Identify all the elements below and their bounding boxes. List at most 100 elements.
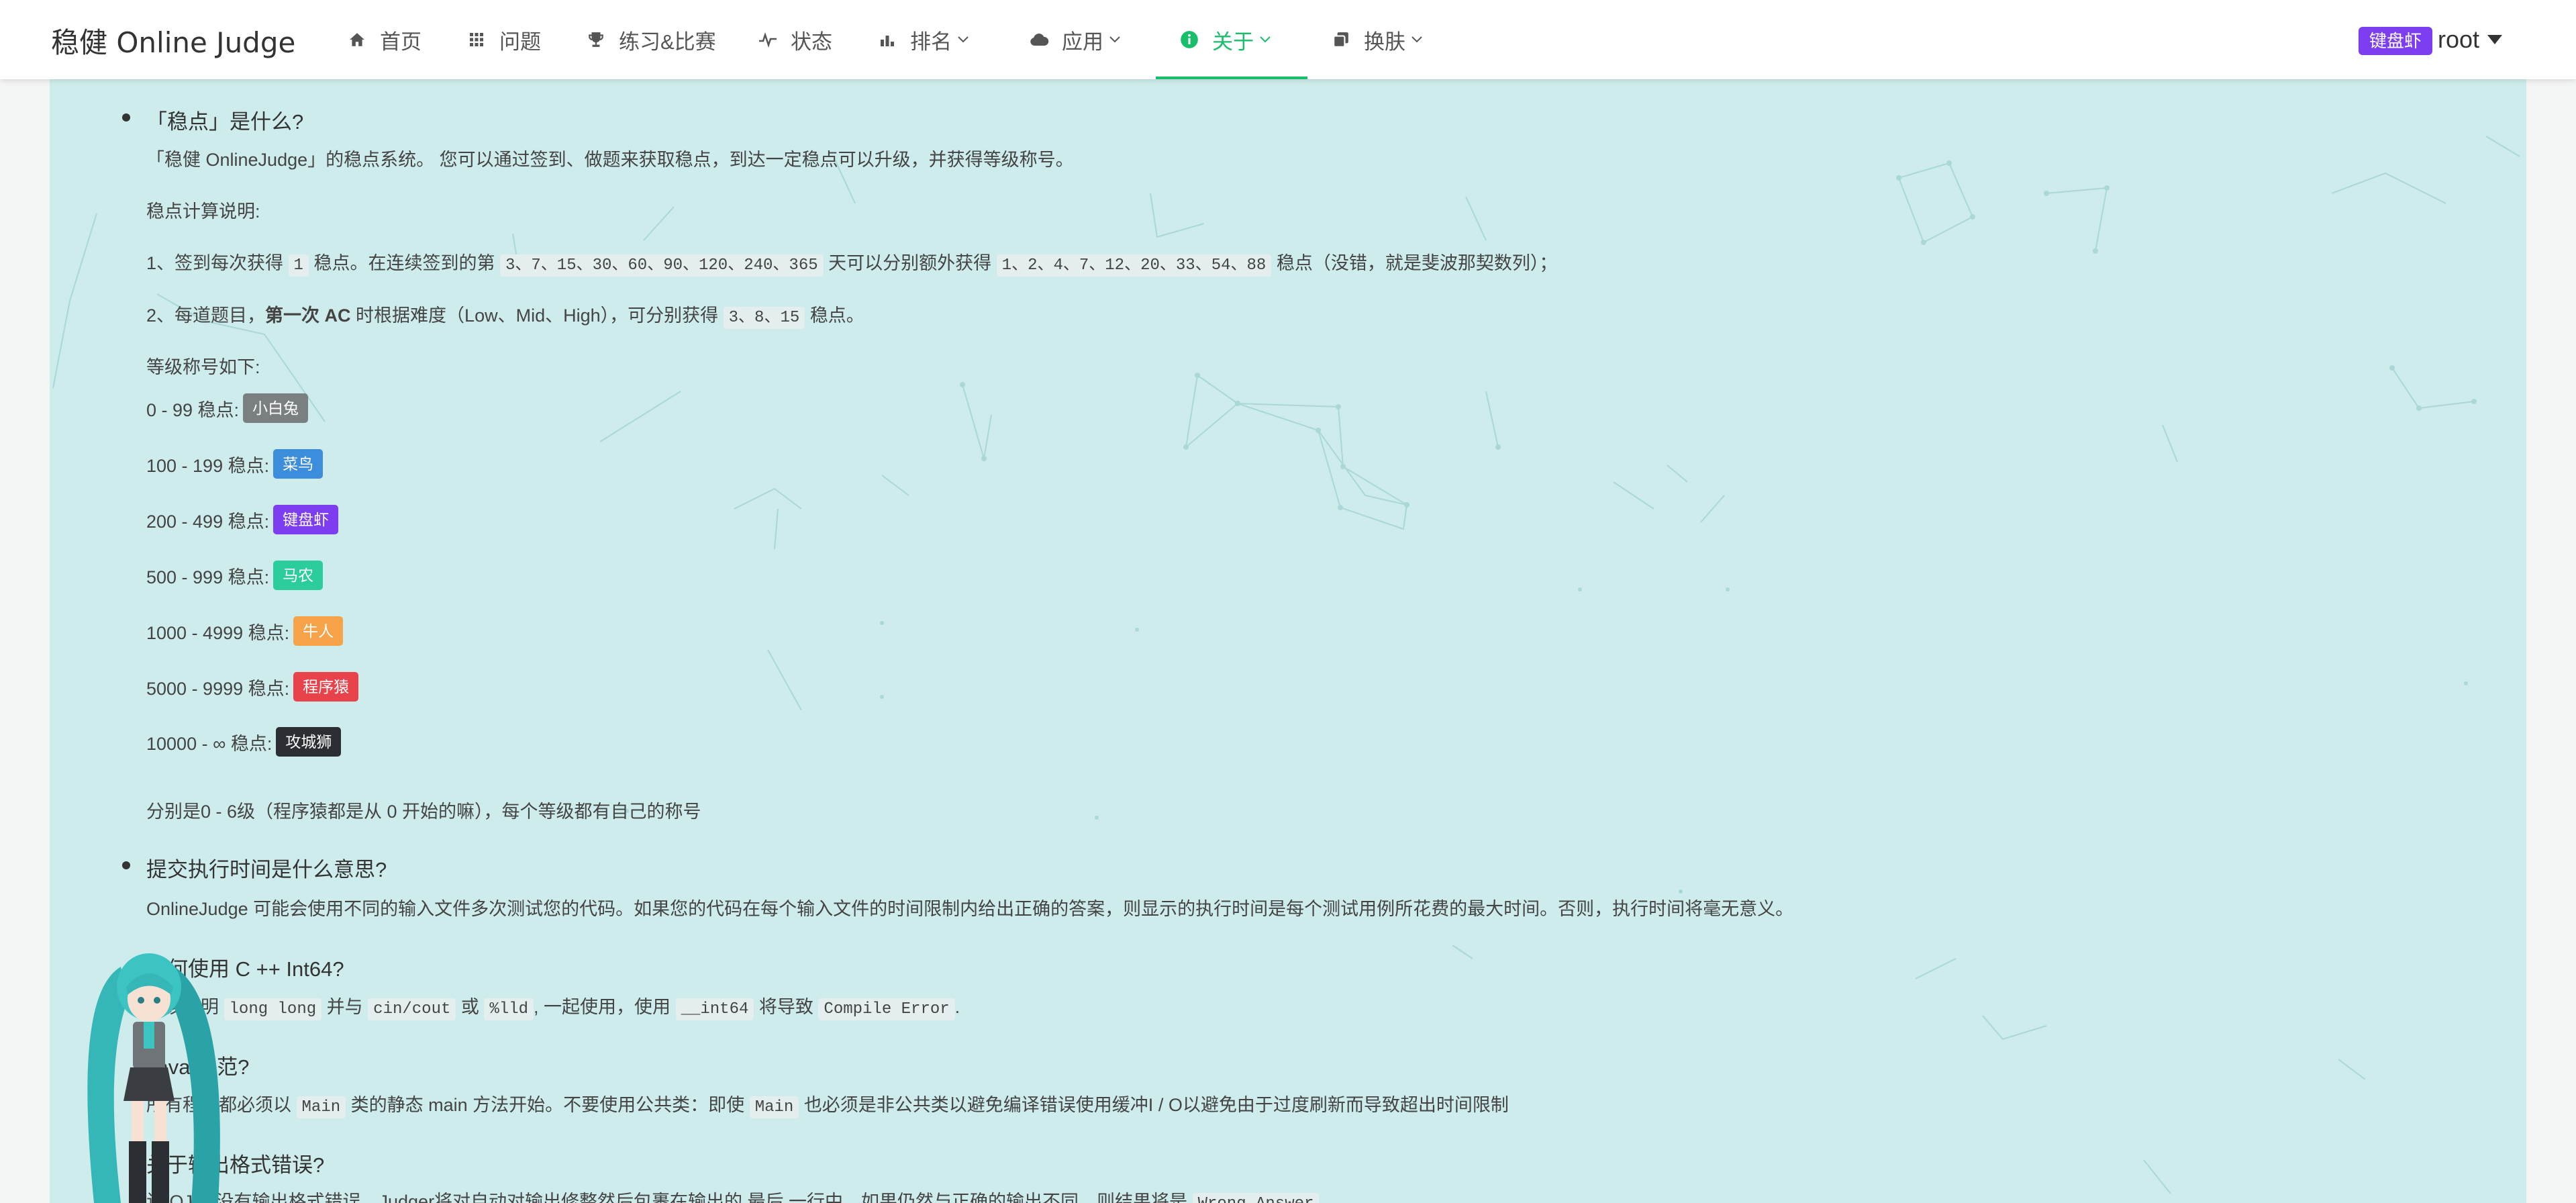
inline-code: cin/cout <box>368 998 456 1020</box>
list-bullet <box>122 113 130 122</box>
nav-item-apps[interactable]: 应用 <box>1028 0 1122 79</box>
text-span: 稳点。在连续签到的第 <box>313 253 495 273</box>
nav-item-contests[interactable]: 练习&比赛 <box>585 0 716 79</box>
inline-code: __int64 <box>675 998 754 1020</box>
text-span: 稳点（没错，就是斐波那契数列）； <box>1276 253 1558 273</box>
level-range: 1000 - 4999 稳点: <box>146 622 290 643</box>
faq-answer-text: 所有程序都必须以 Main 类的静态 main 方法开始。不要使用公共类：即使 … <box>146 1090 1509 1118</box>
nav-label: 关于 <box>1212 30 1254 54</box>
nav-item-about[interactable]: 关于 <box>1179 0 1273 79</box>
inline-code: Main <box>749 1096 799 1118</box>
text-span: 将导致 <box>758 997 813 1017</box>
inline-code: Wrong Answer <box>1192 1193 1320 1203</box>
nav-label: 应用 <box>1062 30 1103 54</box>
site-brand[interactable]: 稳健 Online Judge <box>51 20 295 61</box>
nav-label: 换肤 <box>1364 30 1405 54</box>
nav-item-problems[interactable]: 问题 <box>466 0 541 79</box>
home-icon <box>346 29 368 50</box>
inline-code: 1、2、4、7、12、20、33、54、88 <box>996 254 1272 277</box>
text-span: 2、每道题目， <box>146 305 266 326</box>
level-badge: 小白兔 <box>243 393 309 423</box>
level-row: 0 - 99 稳点: 小白兔 <box>146 393 309 423</box>
faq-question-title: 提交执行时间是什么意思? <box>146 858 387 881</box>
level-badge: 牛人 <box>293 616 344 646</box>
nav-label: 排名 <box>910 30 952 54</box>
level-row: 5000 - 9999 稳点: 程序猿 <box>146 672 359 702</box>
text-span: 并与 <box>326 997 363 1017</box>
info-icon <box>1179 29 1200 50</box>
text-span: 也必须是非公共类以避免编译错误使用缓冲I / O以避免由于过度刷新而导致超出时间… <box>803 1095 1509 1115</box>
about-faq-card: 「稳点」是什么? 「稳健 OnlineJudge」的稳点系统。 您可以通过签到、… <box>50 79 2526 1203</box>
inline-code: %lld <box>484 998 534 1020</box>
trophy-icon <box>585 29 607 50</box>
nav-label: 首页 <box>380 30 422 54</box>
nav-label: 问题 <box>499 30 541 54</box>
faq-question-title: 「稳点」是什么? <box>146 110 304 134</box>
nav-item-rank[interactable]: 排名 <box>877 0 971 79</box>
level-row: 100 - 199 稳点: 菜鸟 <box>146 449 324 479</box>
rule-line-1: 1、签到每次获得 1 稳点。在连续签到的第 3、7、15、30、60、90、12… <box>146 248 1558 277</box>
inline-code: Compile Error <box>818 998 955 1020</box>
inline-code: long long <box>224 998 322 1020</box>
text-span: . <box>954 997 960 1017</box>
level-range: 500 - 999 稳点: <box>146 567 270 587</box>
text-span: , 一起使用，使用 <box>534 997 671 1017</box>
nav-item-home[interactable]: 首页 <box>346 0 422 79</box>
level-badge: 攻城狮 <box>276 727 342 757</box>
level-row: 10000 - ∞ 稳点: 攻城狮 <box>146 727 342 757</box>
inline-code: 3、7、15、30、60、90、120、240、365 <box>499 254 824 277</box>
mascot-character-image[interactable] <box>74 947 228 1203</box>
list-bullet <box>122 861 130 869</box>
level-badge: 键盘虾 <box>273 505 339 534</box>
text-span: 类的静态 main 方法开始。不要使用公共类：即使 <box>350 1095 745 1115</box>
level-range: 5000 - 9999 稳点: <box>146 678 290 699</box>
level-range: 100 - 199 稳点: <box>146 455 270 476</box>
rule-line-2: 2、每道题目，第一次 AC 时根据难度（Low、Mid、High），可分别获得 … <box>146 301 864 329</box>
user-level-badge: 键盘虾 <box>2359 27 2433 55</box>
cloud-icon <box>1028 29 1050 50</box>
level-range: 10000 - ∞ 稳点: <box>146 733 273 754</box>
faq-answer-text: 「稳健 OnlineJudge」的稳点系统。 您可以通过签到、做题来获取稳点，到… <box>146 150 1074 170</box>
level-badge: 程序猿 <box>293 672 359 702</box>
chevron-down-icon <box>1411 33 1424 46</box>
level-row: 500 - 999 稳点: 马农 <box>146 561 324 590</box>
nav-label: 练习&比赛 <box>619 30 716 54</box>
bold-text: 第一次 AC <box>265 305 351 326</box>
text-span: 该 OJ 中没有输出格式错误。Judger将对自动对输出修整然后包裹在输出的 最… <box>146 1192 1188 1203</box>
nav-item-skin[interactable]: 换肤 <box>1330 0 1424 79</box>
level-range: 200 - 499 稳点: <box>146 511 270 532</box>
text-span: 或 <box>460 997 479 1017</box>
faq-answer-text: OnlineJudge 可能会使用不同的输入文件多次测试您的代码。如果您的代码在… <box>146 899 1794 919</box>
levels-note: 分别是0 - 6级（程序猿都是从 0 开始的嘛），每个等级都有自己的称号 <box>146 802 701 822</box>
level-row: 1000 - 4999 稳点: 牛人 <box>146 616 344 646</box>
level-row: 200 - 499 稳点: 键盘虾 <box>146 505 339 534</box>
calc-label: 稳点计算说明: <box>146 201 260 222</box>
copy-icon <box>1330 29 1352 50</box>
chevron-down-icon <box>1109 33 1122 46</box>
top-navbar: 稳健 Online Judge 首页 问题 练习&比赛 状态 排名 应用 关于 … <box>0 0 2576 79</box>
text-span: 1、签到每次获得 <box>146 253 284 273</box>
levels-label: 等级称号如下: <box>146 357 260 377</box>
faq-answer-text: 该 OJ 中没有输出格式错误。Judger将对自动对输出修整然后包裹在输出的 最… <box>146 1187 1320 1203</box>
inline-code: Main <box>296 1096 346 1118</box>
level-badge: 菜鸟 <box>273 449 324 479</box>
pulse-icon <box>757 29 779 50</box>
chevron-down-icon <box>957 33 971 46</box>
caret-down-icon[interactable] <box>2486 34 2504 49</box>
level-badge: 马农 <box>273 561 324 590</box>
faq-answer-text: 应该声明 long long 并与 cin/cout 或 %lld, 一起使用，… <box>146 992 960 1020</box>
inline-code: 1 <box>288 254 309 277</box>
bar-chart-icon <box>877 29 898 50</box>
level-range: 0 - 99 稳点: <box>146 399 240 420</box>
user-menu-name[interactable]: root <box>2438 26 2479 54</box>
faq-content: 「稳点」是什么? 「稳健 OnlineJudge」的稳点系统。 您可以通过签到、… <box>50 79 2526 1203</box>
active-tab-indicator <box>1156 77 1307 79</box>
text-span: 稳点。 <box>809 305 864 326</box>
chevron-down-icon <box>1259 33 1273 46</box>
nav-label: 状态 <box>791 30 832 54</box>
inline-code: 3、8、15 <box>723 307 805 329</box>
nav-item-status[interactable]: 状态 <box>757 0 832 79</box>
text-span: 天可以分别额外获得 <box>828 253 992 273</box>
text-span: 时根据难度（Low、Mid、High），可分别获得 <box>356 305 719 326</box>
grid-icon <box>466 29 487 50</box>
